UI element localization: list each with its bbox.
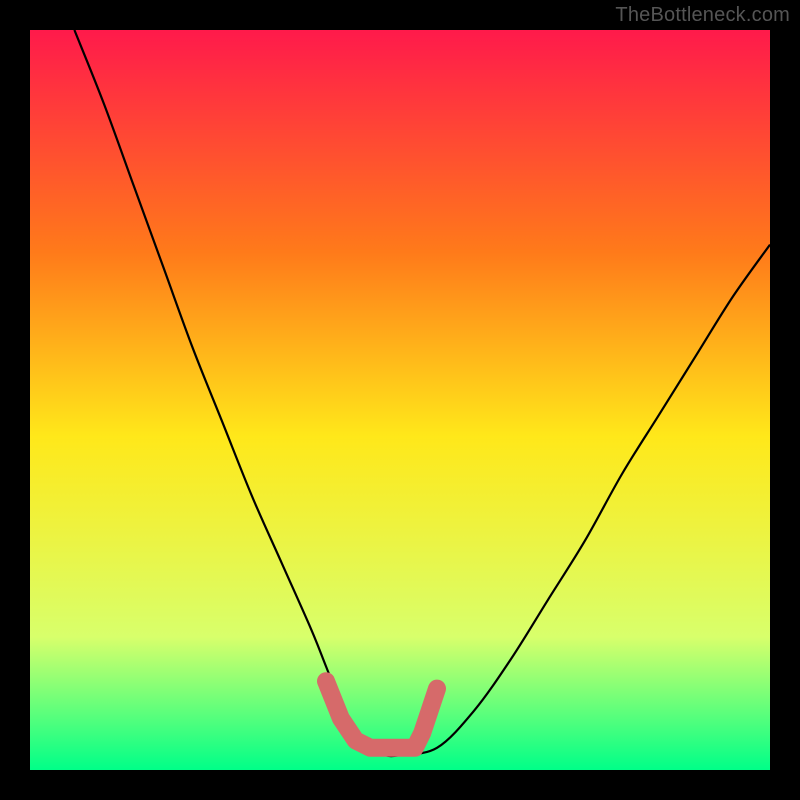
gradient-background (30, 30, 770, 770)
plot-area (30, 30, 770, 770)
chart-frame: TheBottleneck.com (0, 0, 800, 800)
watermark-text: TheBottleneck.com (615, 4, 790, 27)
chart-svg (30, 30, 770, 770)
